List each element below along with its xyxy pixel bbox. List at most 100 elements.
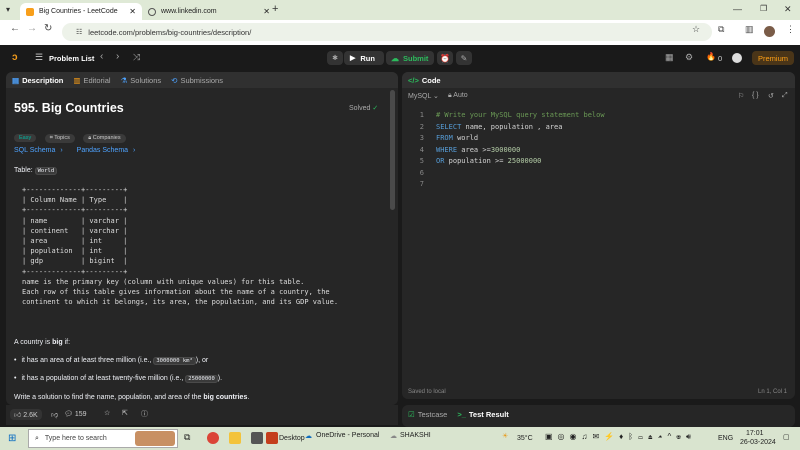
site-info-icon[interactable]: ☷ — [76, 28, 82, 36]
favorite-star-icon[interactable]: ☆ — [104, 409, 110, 417]
next-problem-icon[interactable]: › — [116, 51, 119, 62]
chrome-icon[interactable] — [207, 432, 219, 444]
bullet-population: • it has a population of at least twenty-… — [14, 375, 223, 383]
tab-test-result[interactable]: >_ Test Result — [457, 410, 508, 419]
tab-code[interactable]: </> Code — [408, 76, 441, 85]
clock-time[interactable]: 17:01 — [746, 430, 764, 437]
sql-schema-link[interactable]: SQL Schema — [14, 147, 55, 154]
timer-button[interactable]: ⏰ — [437, 51, 453, 65]
difficulty-badge: Easy — [14, 134, 37, 142]
problem-list-link[interactable]: Problem List — [49, 54, 94, 63]
reset-icon[interactable]: ↺ — [768, 92, 774, 100]
tab-editorial[interactable]: ▥ Editorial — [73, 76, 110, 85]
schema-block: +-------------+---------+ | Column Name … — [22, 186, 339, 307]
format-braces-icon[interactable]: { } — [752, 92, 759, 99]
tab-leetcode[interactable]: Big Countries - LeetCode ✕ — [20, 3, 142, 20]
windows-start-icon[interactable]: ⊞ — [8, 433, 16, 444]
tab-testcase[interactable]: ☑ Testcase — [408, 410, 447, 419]
prev-problem-icon[interactable]: ‹ — [100, 51, 103, 62]
address-bar[interactable]: ☷ leetcode.com/problems/big-countries/de… — [62, 23, 712, 41]
streak-count: 0 — [718, 54, 723, 63]
help-icon[interactable]: ⓘ — [141, 409, 148, 419]
user-cloud-icon[interactable]: ☁ — [390, 432, 397, 440]
profile-avatar[interactable] — [764, 26, 775, 37]
settings-gear-icon[interactable]: ⚙ — [685, 52, 693, 63]
desktop-label[interactable]: Desktop — [279, 435, 305, 442]
checkbox-icon: ☑ — [408, 410, 415, 419]
app-icon[interactable] — [251, 432, 263, 444]
user-avatar[interactable] — [732, 53, 742, 63]
code-line[interactable]: 1 # Write your MySQL query statement belo… — [402, 110, 795, 122]
bookmark-icon[interactable]: ⚐ — [738, 92, 744, 100]
shuffle-icon[interactable]: ⤨ — [133, 52, 140, 63]
new-tab-button[interactable]: + — [272, 3, 278, 15]
auto-mode[interactable]: 🔒︎ Auto — [448, 92, 468, 100]
forward-icon[interactable]: → — [27, 23, 37, 34]
url-text: leetcode.com/problems/big-countries/desc… — [88, 27, 252, 37]
tag-icon: ⌗ — [49, 135, 53, 141]
console-tabs: ☑ Testcase >_ Test Result — [408, 410, 509, 419]
comments-button[interactable]: 💬︎ 159 — [64, 410, 87, 418]
tab-solutions[interactable]: ⚗ Solutions — [121, 76, 162, 85]
user-label[interactable]: SHAKSHI — [400, 432, 431, 439]
powerpoint-icon[interactable] — [266, 432, 278, 444]
like-button[interactable]: 👍︎ 2.6K — [10, 409, 42, 420]
code-line[interactable]: 5 OR population >= 25000000 — [402, 156, 795, 168]
temperature[interactable]: 35°C — [517, 435, 533, 442]
bookmark-star-icon[interactable]: ☆ — [692, 24, 700, 35]
chevron-right-icon: › — [133, 147, 136, 154]
tray-icons[interactable]: ▣◎◉♫✉⚡♦ᛒ▭⏏☁^☏🔊︎ — [545, 432, 696, 442]
task-view-icon[interactable]: ⧉ — [184, 432, 196, 444]
topics-chip[interactable]: ⌗ Topics — [44, 134, 75, 143]
tab-linkedin[interactable]: www.linkedin.com ✕ — [148, 4, 270, 19]
code-line[interactable]: 4 WHERE area >=3000000 — [402, 145, 795, 157]
submit-button[interactable]: ☁ Submit — [386, 51, 434, 65]
companies-chip[interactable]: 🔒︎ Companies — [83, 134, 126, 143]
browser-chrome: ▾ Big Countries - LeetCode ✕ www.linkedi… — [0, 0, 800, 45]
leetcode-logo[interactable]: ↄ — [12, 52, 18, 63]
code-editor[interactable]: 1 # Write your MySQL query statement belo… — [402, 110, 795, 380]
menu-icon[interactable]: ⋮ — [786, 24, 795, 35]
onedrive-label[interactable]: OneDrive - Personal — [316, 432, 379, 439]
weather-icon[interactable]: ☀ — [502, 432, 508, 440]
restore-icon[interactable]: ❐ — [760, 4, 767, 13]
flask-icon: ⚗ — [120, 75, 128, 85]
run-button[interactable]: ▶ Run — [344, 51, 384, 65]
chevron-down-icon: ⌄ — [433, 93, 439, 100]
extensions-icon[interactable]: ⧉ — [718, 24, 724, 35]
close-window-icon[interactable]: ✕ — [784, 4, 792, 15]
premium-button[interactable]: Premium — [752, 51, 794, 65]
close-tab-icon[interactable]: ✕ — [263, 7, 270, 16]
close-tab-icon[interactable]: ✕ — [129, 7, 136, 16]
reload-icon[interactable]: ↻ — [44, 23, 52, 34]
tab-description[interactable]: ▤ Description — [12, 76, 63, 85]
back-icon[interactable]: ← — [10, 23, 20, 34]
pandas-schema-link[interactable]: Pandas Schema — [77, 147, 128, 154]
layout-grid-icon[interactable]: ▦ — [665, 52, 674, 63]
problem-list-icon[interactable]: ☰ — [35, 52, 43, 63]
lock-icon: 🔒︎ — [448, 92, 452, 99]
notes-button[interactable]: ✎ — [456, 51, 472, 65]
onedrive-cloud-icon[interactable]: ☁ — [305, 432, 312, 440]
sidebar-icon[interactable]: ▥ — [745, 24, 754, 35]
minimize-icon[interactable]: — — [733, 4, 742, 14]
notifications-icon[interactable]: ▢ — [783, 433, 790, 441]
dislike-icon[interactable]: 👎︎ — [51, 410, 58, 419]
code-line[interactable]: 6 — [402, 168, 795, 180]
clock-date[interactable]: 26-03-2024 — [740, 439, 776, 446]
language-indicator[interactable]: ENG — [718, 435, 733, 442]
streak-fire-icon[interactable]: 🔥 — [706, 52, 716, 61]
bullet-area: • it has an area of at least three millio… — [14, 357, 209, 365]
share-icon[interactable]: ⇱ — [122, 409, 128, 417]
code-line[interactable]: 2 SELECT name, population , area — [402, 122, 795, 134]
code-line[interactable]: 3 FROM world — [402, 133, 795, 145]
language-select[interactable]: MySQL ⌄ — [408, 92, 439, 100]
code-line[interactable]: 7 — [402, 179, 795, 191]
terminal-icon: >_ — [457, 410, 466, 419]
debug-button[interactable]: ✱ — [327, 51, 343, 65]
tab-submissions[interactable]: ⟲ Submissions — [171, 76, 223, 85]
tab-list-dropdown-icon[interactable]: ▾ — [6, 5, 10, 14]
file-explorer-icon[interactable] — [229, 432, 241, 444]
left-scrollbar[interactable] — [390, 90, 395, 210]
fullscreen-icon[interactable]: ⤢ — [782, 92, 788, 100]
